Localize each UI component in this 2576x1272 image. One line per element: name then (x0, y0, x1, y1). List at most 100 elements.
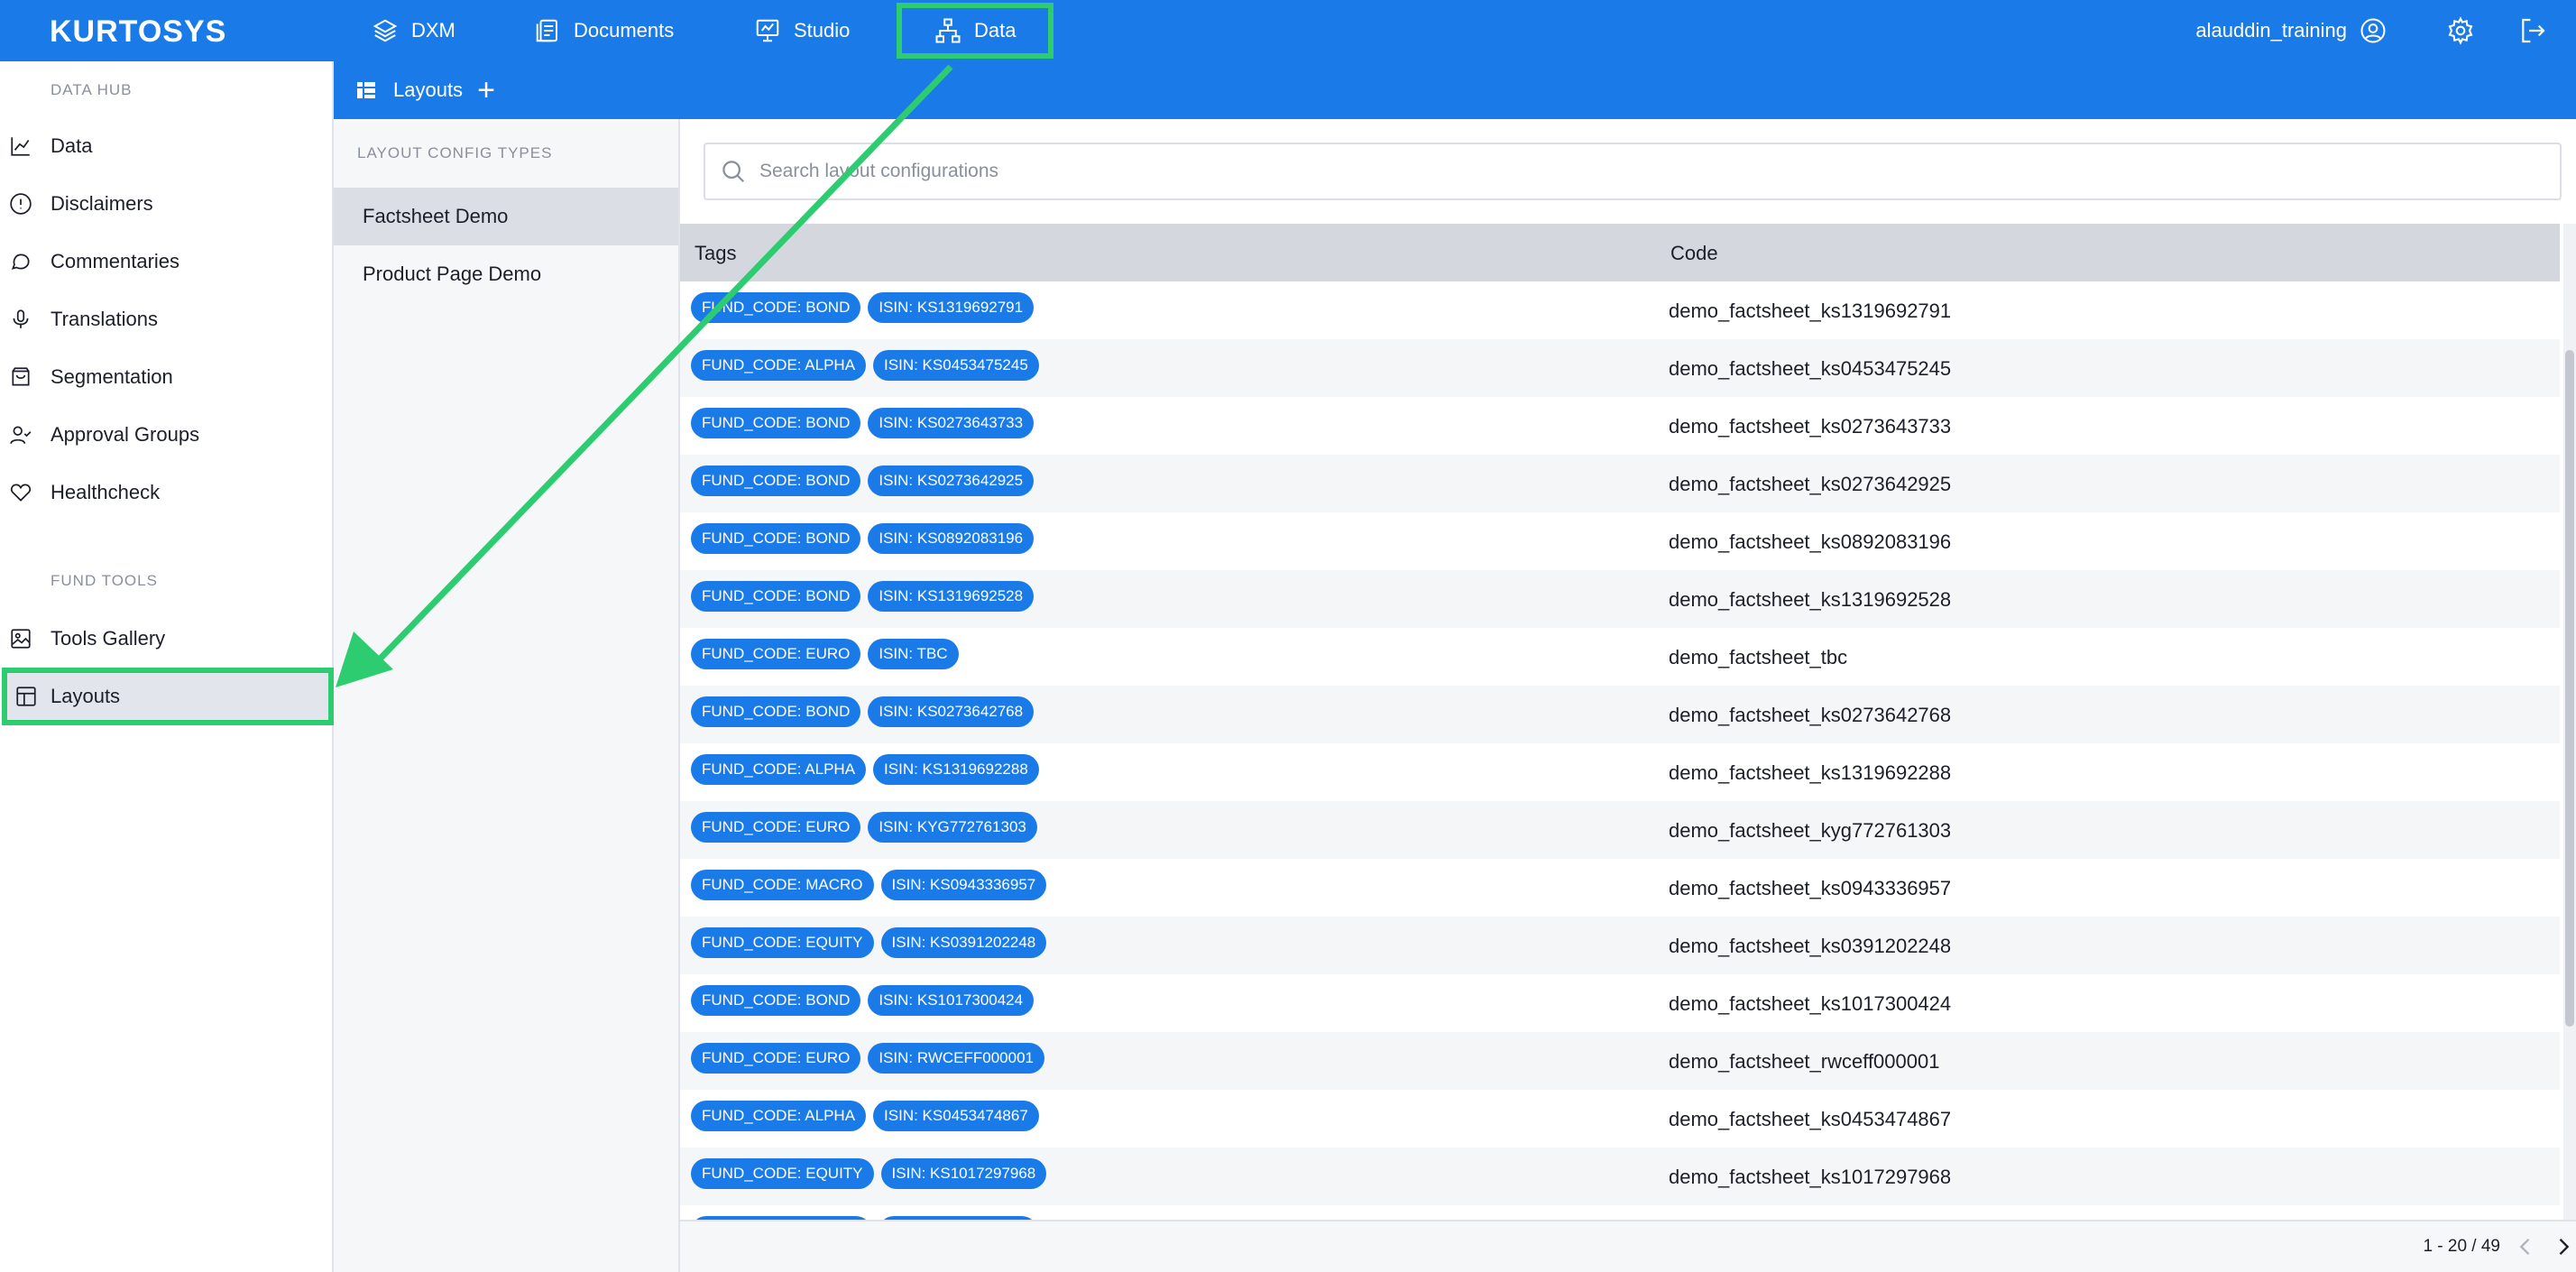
isin-tag[interactable]: ISIN: KS0453474867 (873, 1101, 1039, 1131)
isin-tag[interactable]: ISIN: KS0273642925 (868, 465, 1035, 496)
config-type-product-page-demo[interactable]: Product Page Demo (334, 245, 678, 303)
column-header-tags[interactable]: Tags (695, 242, 736, 265)
fund-code-tag[interactable]: FUND_CODE: EURO (691, 1043, 861, 1074)
chevron-left-icon[interactable] (2513, 1234, 2538, 1259)
sidebar-item-healthcheck[interactable]: Healthcheck (0, 465, 332, 520)
sidebar-item-disclaimers[interactable]: Disclaimers (0, 177, 332, 231)
table-row[interactable]: FUND_CODE: ALPHA ISIN: KS1319692288 demo_f… (680, 743, 2560, 801)
table-row[interactable]: FUND_CODE: EURO ISIN: TBC demo_factsheet_t… (680, 628, 2560, 686)
search-input[interactable] (759, 161, 2473, 182)
table-footer: 1 - 20 / 49 (680, 1220, 2576, 1272)
panel-title: LAYOUT CONFIG TYPES (357, 144, 553, 161)
table-row[interactable]: FUND_CODE: MACRO ISIN: KS0943336957 demo_f… (680, 859, 2560, 917)
fund-code-tag[interactable]: FUND_CODE: BOND (691, 408, 861, 438)
sidebar-item-commentaries[interactable]: Commentaries (0, 235, 332, 289)
table-row[interactable]: FUND_CODE: EQUITY ISIN: KS0391202248 demo_… (680, 917, 2560, 974)
sidebar-item-label: Healthcheck (51, 481, 161, 503)
table-row[interactable]: FUND_CODE: BOND ISIN: KS0273642768 demo_fa… (680, 686, 2560, 743)
fund-code-tag[interactable]: FUND_CODE: ALPHA (691, 754, 867, 785)
table-row[interactable]: FUND_CODE: ALPHA ISIN: KS0453474867 demo_f… (680, 1090, 2560, 1148)
table-header: Tags Code (680, 224, 2560, 281)
fund-code-tag[interactable]: FUND_CODE: BOND (691, 696, 861, 727)
fund-code-tag[interactable]: FUND_CODE: ALPHA (691, 350, 867, 381)
isin-tag[interactable]: ISIN: KS0391202248 (880, 927, 1047, 958)
isin-tag[interactable]: ISIN: KS1017300424 (868, 985, 1035, 1016)
fund-code-tag[interactable]: FUND_CODE: ALPHA (691, 1101, 867, 1131)
sidebar-item-label: Commentaries (51, 250, 180, 272)
sidebar-item-label: Layouts (51, 685, 121, 707)
add-layout-button[interactable]: + (477, 75, 495, 106)
table-row[interactable]: FUND_CODE: ALPHA ISIN: KS0453475245 demo_f… (680, 339, 2560, 397)
nav-dxm[interactable]: DXM (372, 0, 455, 61)
user-circle-icon (2360, 18, 2386, 43)
table-row[interactable]: FUND_CODE: EURO ISIN: RWCEFF000001 demo_fa… (680, 1032, 2560, 1090)
isin-tag[interactable]: ISIN: KS0273642768 (868, 696, 1035, 727)
fund-code-tag[interactable]: FUND_CODE: EURO (691, 812, 861, 843)
isin-tag[interactable]: ISIN: KS1319692528 (868, 581, 1035, 612)
nav-data[interactable]: Data (897, 3, 1054, 59)
layout-code: demo_factsheet_ks0273642925 (1669, 473, 1952, 495)
isin-tag[interactable]: ISIN: TBC (868, 639, 959, 669)
scrollbar-thumb[interactable] (2565, 350, 2574, 1027)
fund-code-tag[interactable]: FUND_CODE: MACRO (691, 870, 874, 900)
sidebar-item-label: Data (51, 134, 93, 157)
isin-tag[interactable]: ISIN: KS0453475245 (873, 350, 1039, 381)
fund-code-tag[interactable]: FUND_CODE: EQUITY (691, 1158, 874, 1189)
config-type-factsheet-demo[interactable]: Factsheet Demo (334, 188, 678, 245)
sidebar-item-tools-gallery[interactable]: Tools Gallery (0, 612, 332, 666)
table-row[interactable]: FUND_CODE: EQUITY ISIN: KS1017297968 demo_… (680, 1148, 2560, 1205)
logout-icon[interactable] (2518, 16, 2547, 45)
sidebar-item-label: Segmentation (51, 365, 173, 388)
table-row[interactable]: FUND_CODE: BOND ISIN: KS0273643733 demo_fa… (680, 397, 2560, 455)
sidebar-item-approval-groups[interactable]: Approval Groups (0, 408, 332, 462)
column-header-code[interactable]: Code (1670, 242, 1718, 265)
layouts-header: Layouts + (334, 61, 2576, 119)
sidebar-item-segmentation[interactable]: Segmentation (0, 350, 332, 404)
isin-tag[interactable]: ISIN: KS1319692288 (873, 754, 1039, 785)
chevron-right-icon[interactable] (2551, 1234, 2576, 1259)
isin-tag[interactable]: ISIN: KYG772761303 (868, 812, 1037, 843)
presentation-icon (756, 19, 779, 42)
fund-code-tag[interactable]: FUND_CODE: BOND (691, 523, 861, 554)
sidebar-item-translations[interactable]: Translations (0, 292, 332, 346)
layout-code: demo_factsheet_ks0453475245 (1669, 357, 1952, 380)
table-row[interactable]: FUND_CODE: EURO ISIN: KYG772761303 demo_fa… (680, 801, 2560, 859)
user-menu[interactable]: alauddin_training (2195, 0, 2387, 61)
isin-tag[interactable]: ISIN: KS1017297968 (880, 1158, 1047, 1189)
layout-code: demo_factsheet_ks0391202248 (1669, 935, 1952, 957)
layout-code: demo_factsheet_ks1319692288 (1669, 761, 1952, 784)
kurtosys-logo[interactable]: KURTOSYS (50, 14, 226, 50)
table-row[interactable]: FUND_CODE: BOND ISIN: KS0273642925 demo_fa… (680, 455, 2560, 512)
isin-tag[interactable]: ISIN: KS0943336957 (880, 870, 1047, 900)
sidebar-section-data-hub: DATA HUB (51, 81, 133, 98)
sidebar-item-layouts[interactable]: Layouts (2, 668, 334, 725)
user-check-icon (10, 426, 32, 445)
fund-code-tag[interactable]: FUND_CODE: BOND (691, 581, 861, 612)
table-scrollbar[interactable] (2563, 224, 2576, 1220)
table-row[interactable] (680, 1205, 2560, 1220)
fund-code-tag[interactable]: FUND_CODE: EQUITY (691, 927, 874, 958)
nav-studio[interactable]: Studio (754, 0, 850, 61)
speech-bubble-icon (11, 253, 30, 270)
fund-code-tag[interactable]: FUND_CODE: BOND (691, 292, 861, 323)
fund-code-tag[interactable]: FUND_CODE: EURO (691, 639, 861, 669)
layout-code: demo_factsheet_ks1319692528 (1669, 588, 1952, 611)
sidebar-section-fund-tools: FUND TOOLS (51, 572, 158, 589)
image-icon (11, 629, 31, 649)
fund-code-tag[interactable]: FUND_CODE: BOND (691, 465, 861, 496)
sidebar-item-data[interactable]: Data (0, 119, 332, 173)
layout-code: demo_factsheet_ks0943336957 (1669, 877, 1952, 899)
isin-tag[interactable]: ISIN: KS0892083196 (868, 523, 1035, 554)
table-row[interactable]: FUND_CODE: BOND ISIN: KS1017300424 demo_fa… (680, 974, 2560, 1032)
fund-code-tag[interactable]: FUND_CODE: BOND (691, 985, 861, 1016)
chart-line-icon (11, 137, 30, 156)
gear-icon[interactable] (2446, 16, 2475, 45)
isin-tag[interactable]: ISIN: RWCEFF000001 (868, 1043, 1044, 1074)
isin-tag[interactable]: ISIN: KS1319692791 (868, 292, 1035, 323)
table-row[interactable]: FUND_CODE: BOND ISIN: KS0892083196 demo_fa… (680, 512, 2560, 570)
isin-tag[interactable]: ISIN: KS0273643733 (868, 408, 1035, 438)
table-row[interactable]: FUND_CODE: BOND ISIN: KS1319692528 demo_fa… (680, 570, 2560, 628)
table-row[interactable]: FUND_CODE: BOND ISIN: KS1319692791 demo_fa… (680, 281, 2560, 339)
nav-documents[interactable]: Documents (534, 0, 674, 61)
layout-code: demo_factsheet_ks0453474867 (1669, 1108, 1952, 1130)
